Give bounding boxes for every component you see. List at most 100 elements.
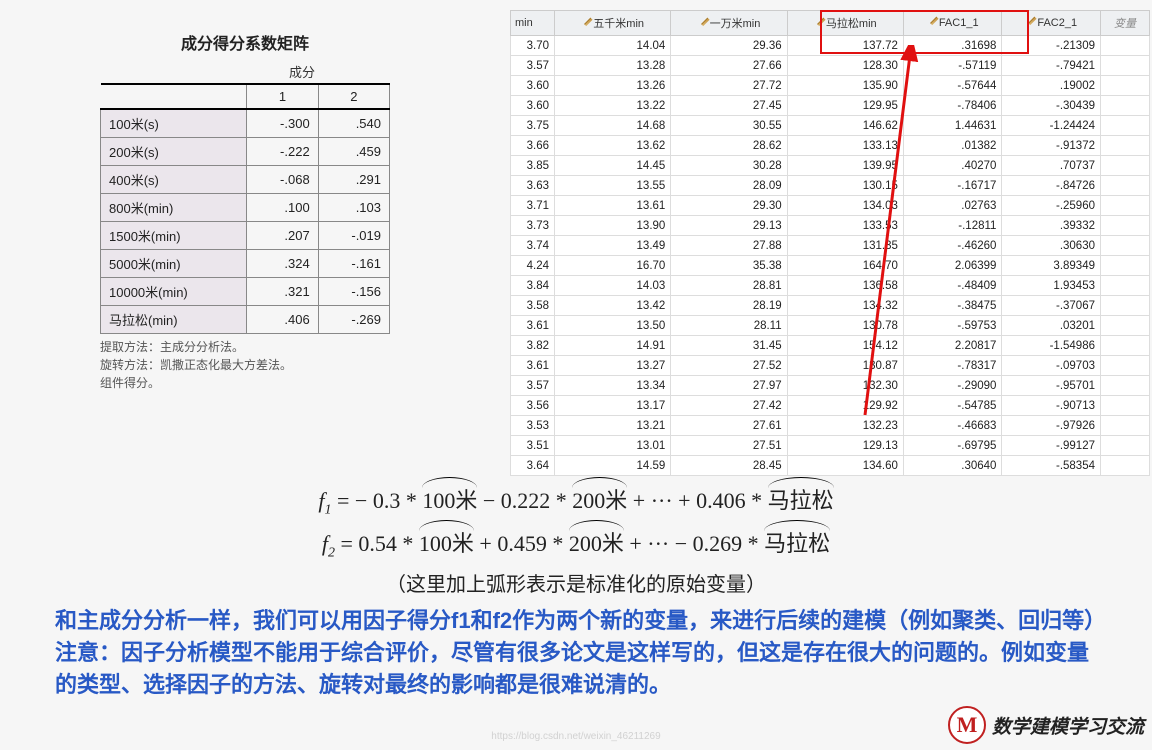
data-cell[interactable]: 13.62 bbox=[555, 136, 671, 156]
data-cell[interactable]: .03201 bbox=[1002, 316, 1101, 336]
data-cell[interactable]: 3.61 bbox=[511, 356, 555, 376]
data-cell[interactable]: 16.70 bbox=[555, 256, 671, 276]
data-cell[interactable]: 35.38 bbox=[671, 256, 787, 276]
data-cell[interactable]: 135.90 bbox=[787, 76, 903, 96]
data-cell[interactable]: 13.90 bbox=[555, 216, 671, 236]
data-cell[interactable]: -.97926 bbox=[1002, 416, 1101, 436]
data-cell[interactable]: -.57119 bbox=[903, 56, 1002, 76]
data-cell[interactable]: -.54785 bbox=[903, 396, 1002, 416]
data-cell[interactable]: -.30439 bbox=[1002, 96, 1101, 116]
data-cell[interactable] bbox=[1101, 136, 1150, 156]
data-cell[interactable]: 3.58 bbox=[511, 296, 555, 316]
data-cell[interactable]: 130.15 bbox=[787, 176, 903, 196]
data-cell[interactable]: -.69795 bbox=[903, 436, 1002, 456]
data-cell[interactable] bbox=[1101, 376, 1150, 396]
data-cell[interactable] bbox=[1101, 236, 1150, 256]
data-cell[interactable]: 3.85 bbox=[511, 156, 555, 176]
data-column-header[interactable]: FAC2_1 bbox=[1002, 11, 1101, 36]
data-cell[interactable] bbox=[1101, 216, 1150, 236]
data-cell[interactable]: 28.45 bbox=[671, 456, 787, 476]
data-cell[interactable]: 132.23 bbox=[787, 416, 903, 436]
table-row[interactable]: 3.7514.6830.55146.621.44631-1.24424 bbox=[511, 116, 1150, 136]
data-cell[interactable]: 27.72 bbox=[671, 76, 787, 96]
data-cell[interactable] bbox=[1101, 116, 1150, 136]
data-cell[interactable]: -1.54986 bbox=[1002, 336, 1101, 356]
data-cell[interactable]: 27.52 bbox=[671, 356, 787, 376]
data-cell[interactable]: 14.03 bbox=[555, 276, 671, 296]
data-cell[interactable]: 3.60 bbox=[511, 76, 555, 96]
data-cell[interactable]: -.90713 bbox=[1002, 396, 1101, 416]
data-cell[interactable]: 13.42 bbox=[555, 296, 671, 316]
data-cell[interactable]: -.48409 bbox=[903, 276, 1002, 296]
data-cell[interactable]: -.79421 bbox=[1002, 56, 1101, 76]
data-cell[interactable]: 13.28 bbox=[555, 56, 671, 76]
data-cell[interactable]: .02763 bbox=[903, 196, 1002, 216]
data-column-header[interactable]: FAC1_1 bbox=[903, 11, 1002, 36]
data-cell[interactable]: 2.20817 bbox=[903, 336, 1002, 356]
data-cell[interactable]: 132.30 bbox=[787, 376, 903, 396]
data-cell[interactable]: 2.06399 bbox=[903, 256, 1002, 276]
data-cell[interactable]: -.95701 bbox=[1002, 376, 1101, 396]
data-cell[interactable]: 3.57 bbox=[511, 56, 555, 76]
data-cell[interactable]: 27.97 bbox=[671, 376, 787, 396]
data-cell[interactable]: 3.74 bbox=[511, 236, 555, 256]
data-cell[interactable]: 13.17 bbox=[555, 396, 671, 416]
data-cell[interactable]: 139.95 bbox=[787, 156, 903, 176]
data-cell[interactable]: 134.03 bbox=[787, 196, 903, 216]
data-cell[interactable]: .19002 bbox=[1002, 76, 1101, 96]
data-cell[interactable]: 30.28 bbox=[671, 156, 787, 176]
data-cell[interactable]: 3.51 bbox=[511, 436, 555, 456]
data-cell[interactable]: -.84726 bbox=[1002, 176, 1101, 196]
data-cell[interactable]: 27.66 bbox=[671, 56, 787, 76]
data-cell[interactable]: .40270 bbox=[903, 156, 1002, 176]
data-cell[interactable]: -.29090 bbox=[903, 376, 1002, 396]
data-cell[interactable]: 14.45 bbox=[555, 156, 671, 176]
data-cell[interactable]: -.38475 bbox=[903, 296, 1002, 316]
table-row[interactable]: 3.6013.2627.72135.90-.57644.19002 bbox=[511, 76, 1150, 96]
data-cell[interactable]: 30.55 bbox=[671, 116, 787, 136]
table-row[interactable]: 3.7113.6129.30134.03.02763-.25960 bbox=[511, 196, 1150, 216]
data-cell[interactable]: 27.45 bbox=[671, 96, 787, 116]
data-cell[interactable]: 4.24 bbox=[511, 256, 555, 276]
table-row[interactable]: 3.5613.1727.42129.92-.54785-.90713 bbox=[511, 396, 1150, 416]
table-row[interactable]: 3.6613.6228.62133.13.01382-.91372 bbox=[511, 136, 1150, 156]
data-cell[interactable] bbox=[1101, 296, 1150, 316]
data-cell[interactable]: 14.91 bbox=[555, 336, 671, 356]
data-cell[interactable]: 164.70 bbox=[787, 256, 903, 276]
data-column-header[interactable]: 一万米min bbox=[671, 11, 787, 36]
data-cell[interactable]: 133.53 bbox=[787, 216, 903, 236]
data-column-header[interactable]: 马拉松min bbox=[787, 11, 903, 36]
table-row[interactable]: 3.5713.3427.97132.30-.29090-.95701 bbox=[511, 376, 1150, 396]
data-cell[interactable]: -.78317 bbox=[903, 356, 1002, 376]
data-cell[interactable]: -.59753 bbox=[903, 316, 1002, 336]
data-cell[interactable]: 136.58 bbox=[787, 276, 903, 296]
data-cell[interactable]: 3.63 bbox=[511, 176, 555, 196]
data-cell[interactable]: 3.73 bbox=[511, 216, 555, 236]
data-cell[interactable]: 13.26 bbox=[555, 76, 671, 96]
data-cell[interactable]: 27.88 bbox=[671, 236, 787, 256]
data-cell[interactable]: 129.95 bbox=[787, 96, 903, 116]
data-cell[interactable]: .30640 bbox=[903, 456, 1002, 476]
table-row[interactable]: 3.6013.2227.45129.95-.78406-.30439 bbox=[511, 96, 1150, 116]
data-cell[interactable]: 28.11 bbox=[671, 316, 787, 336]
data-cell[interactable]: 13.01 bbox=[555, 436, 671, 456]
data-cell[interactable] bbox=[1101, 356, 1150, 376]
data-cell[interactable]: .39332 bbox=[1002, 216, 1101, 236]
data-cell[interactable]: 3.53 bbox=[511, 416, 555, 436]
data-cell[interactable]: 3.89349 bbox=[1002, 256, 1101, 276]
data-cell[interactable]: 29.13 bbox=[671, 216, 787, 236]
data-cell[interactable]: -.91372 bbox=[1002, 136, 1101, 156]
data-cell[interactable] bbox=[1101, 196, 1150, 216]
data-cell[interactable]: 3.75 bbox=[511, 116, 555, 136]
data-cell[interactable]: -1.24424 bbox=[1002, 116, 1101, 136]
data-cell[interactable] bbox=[1101, 176, 1150, 196]
data-cell[interactable]: 3.60 bbox=[511, 96, 555, 116]
data-cell[interactable]: 13.61 bbox=[555, 196, 671, 216]
data-cell[interactable]: 3.66 bbox=[511, 136, 555, 156]
data-cell[interactable]: 1.93453 bbox=[1002, 276, 1101, 296]
data-cell[interactable]: 133.13 bbox=[787, 136, 903, 156]
data-cell[interactable]: 134.32 bbox=[787, 296, 903, 316]
data-cell[interactable]: 13.34 bbox=[555, 376, 671, 396]
data-cell[interactable]: 28.09 bbox=[671, 176, 787, 196]
data-cell[interactable]: .70737 bbox=[1002, 156, 1101, 176]
